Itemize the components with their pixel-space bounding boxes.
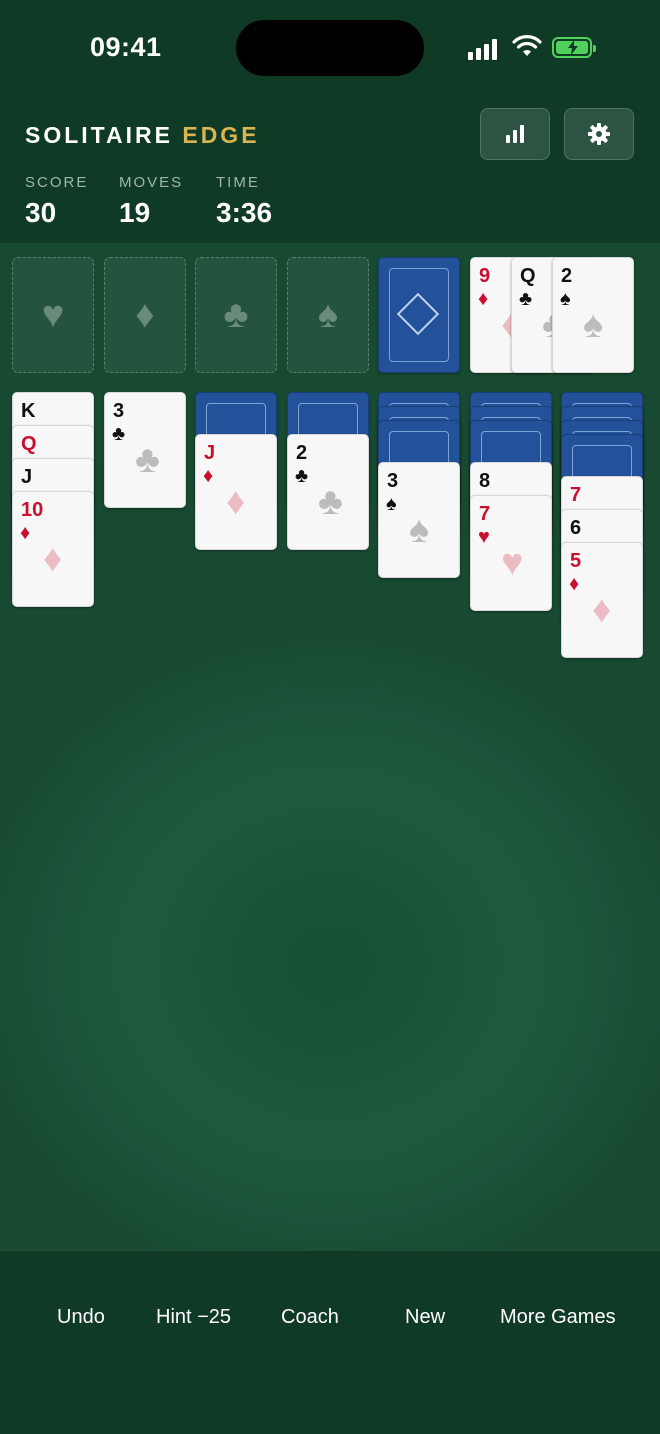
gear-icon	[588, 123, 610, 145]
diamonds-suit-icon: ♦	[135, 293, 155, 336]
card-rank: 9	[479, 265, 491, 287]
app-title-accent: EDGE	[182, 122, 260, 148]
foundation-slot-diamonds[interactable]: ♦	[104, 257, 186, 373]
bottom-toolbar: Undo Hint −25 Coach New More Games	[0, 1250, 660, 1434]
card-rank: J	[204, 442, 216, 464]
bar-chart-icon	[506, 125, 524, 143]
card-suit-icon: ♠	[560, 288, 571, 310]
foundation-slot-spades[interactable]: ♠	[287, 257, 369, 373]
app-root: 09:41 SOLITAIRE EDGE SCORE 30 MOVES 19 T…	[0, 0, 660, 1434]
app-title-main: SOLITAIRE	[25, 122, 173, 148]
stock-diamond-icon	[396, 292, 440, 336]
clubs-suit-icon: ♣	[223, 293, 249, 336]
moves-stat: MOVES 19	[119, 174, 183, 229]
card-suit-icon: ♣	[112, 423, 126, 445]
dynamic-island	[236, 20, 424, 76]
tableau-card[interactable]: J ♦ ♦	[195, 434, 277, 550]
card-center-suit-icon: ♠	[409, 509, 430, 551]
card-rank: Q	[21, 433, 37, 455]
tableau-card[interactable]: 7 ♥ ♥	[470, 495, 552, 611]
cellular-signal-icon	[468, 38, 502, 60]
card-center-suit-icon: ♦	[592, 589, 612, 631]
card-suit-icon: ♦	[203, 465, 214, 487]
battery-icon	[552, 37, 596, 58]
card-center-suit-icon: ♣	[318, 481, 343, 523]
app-title: SOLITAIRE EDGE	[25, 122, 260, 149]
moves-label: MOVES	[119, 174, 184, 191]
card-center-suit-icon: ♦	[43, 538, 63, 580]
card-rank: 8	[479, 470, 491, 492]
card-rank: 7	[570, 484, 582, 506]
card-rank: 10	[21, 499, 44, 521]
card-suit-icon: ♣	[295, 465, 309, 487]
spades-suit-icon: ♠	[317, 293, 339, 336]
moves-value: 19	[119, 197, 151, 228]
card-suit-icon: ♠	[386, 493, 397, 515]
time-stat: TIME 3:36	[216, 174, 272, 229]
tableau-card[interactable]: 5 ♦ ♦	[561, 542, 643, 658]
waste-card[interactable]: 2 ♠ ♠	[552, 257, 634, 373]
card-suit-icon: ♣	[519, 288, 533, 310]
card-rank: 3	[387, 470, 399, 492]
card-rank: K	[21, 400, 36, 422]
card-center-suit-icon: ♥	[501, 542, 524, 584]
status-time: 09:41	[90, 32, 162, 62]
more-games-button[interactable]: More Games	[500, 1306, 616, 1329]
time-label: TIME	[216, 174, 260, 191]
foundation-slot-clubs[interactable]: ♣	[195, 257, 277, 373]
time-value: 3:36	[216, 197, 273, 228]
card-suit-icon: ♦	[478, 288, 489, 310]
tableau-card[interactable]: 2 ♣ ♣	[287, 434, 369, 550]
tableau-card[interactable]: 3 ♠ ♠	[378, 462, 460, 578]
stock-pile[interactable]	[378, 257, 460, 373]
score-value: 30	[25, 197, 57, 228]
card-rank: 3	[113, 400, 125, 422]
card-center-suit-icon: ♣	[135, 439, 160, 481]
card-suit-icon: ♥	[478, 526, 490, 548]
card-rank: 2	[296, 442, 308, 464]
undo-button[interactable]: Undo	[57, 1306, 105, 1329]
stats-button[interactable]	[480, 108, 550, 160]
card-rank: 2	[561, 265, 573, 287]
coach-button[interactable]: Coach	[281, 1306, 339, 1329]
foundation-slot-hearts[interactable]: ♥	[12, 257, 94, 373]
settings-button[interactable]	[564, 108, 634, 160]
tableau-card[interactable]: 10 ♦ ♦	[12, 491, 94, 607]
card-rank: 6	[570, 517, 582, 539]
card-rank: Q	[520, 265, 536, 287]
card-rank: 7	[479, 503, 491, 525]
hint-button[interactable]: Hint −25	[156, 1306, 231, 1329]
card-suit-icon: ♦	[569, 573, 580, 595]
wifi-icon	[512, 35, 542, 64]
score-stat: SCORE 30	[25, 174, 88, 229]
card-center-suit-icon: ♠	[583, 304, 604, 346]
tableau-card[interactable]: 3 ♣ ♣	[104, 392, 186, 508]
top-area: 09:41 SOLITAIRE EDGE SCORE 30 MOVES 19 T…	[0, 0, 660, 243]
card-center-suit-icon: ♦	[226, 481, 246, 523]
new-game-button[interactable]: New	[405, 1306, 445, 1329]
card-rank: 5	[570, 550, 582, 572]
score-label: SCORE	[25, 174, 89, 191]
card-rank: J	[21, 466, 33, 488]
hearts-suit-icon: ♥	[41, 293, 65, 336]
card-suit-icon: ♦	[20, 522, 31, 544]
